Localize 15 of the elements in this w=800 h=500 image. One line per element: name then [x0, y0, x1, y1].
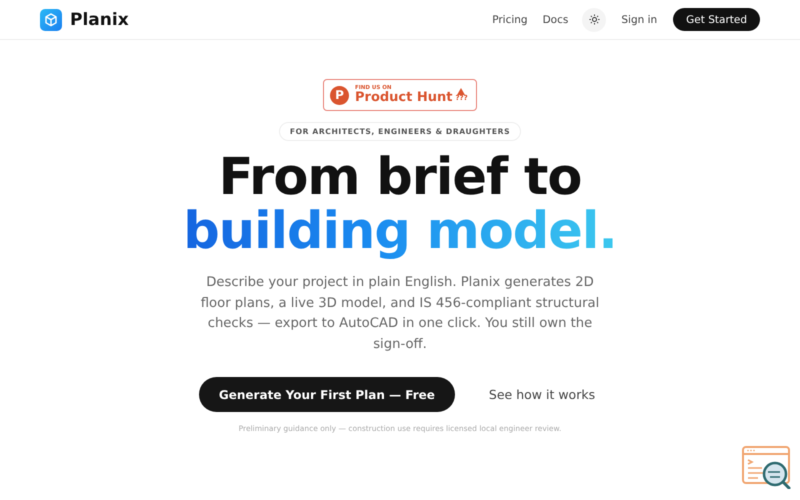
- hero-description: Describe your project in plain English. Planix generates 2D floor plans, a live 3D model, and IS 456-compliant structural checks — export to AutoCAD in one click. You still own the sign-off.: [200, 274, 600, 354]
- nav-link[interactable]: Pricing: [492, 14, 528, 26]
- upvote-triangle-icon: [457, 88, 466, 94]
- badge-title: Product Hunt: [355, 91, 452, 104]
- code-inspect-icon[interactable]: [742, 445, 792, 489]
- theme-toggle-button[interactable]: [582, 8, 606, 32]
- generate-plan-button[interactable]: Generate Your First Plan — Free: [198, 377, 455, 412]
- get-started-button[interactable]: Get Started: [673, 8, 760, 31]
- see-how-it-works-button[interactable]: See how it works: [482, 381, 602, 408]
- sun-icon: [588, 14, 600, 25]
- brand-name: Planix: [70, 10, 129, 30]
- product-hunt-logo: P: [330, 86, 349, 104]
- nav-link[interactable]: Docs: [542, 14, 568, 26]
- sign-in-link[interactable]: Sign in: [621, 14, 658, 26]
- cube-logo-icon: [40, 8, 62, 30]
